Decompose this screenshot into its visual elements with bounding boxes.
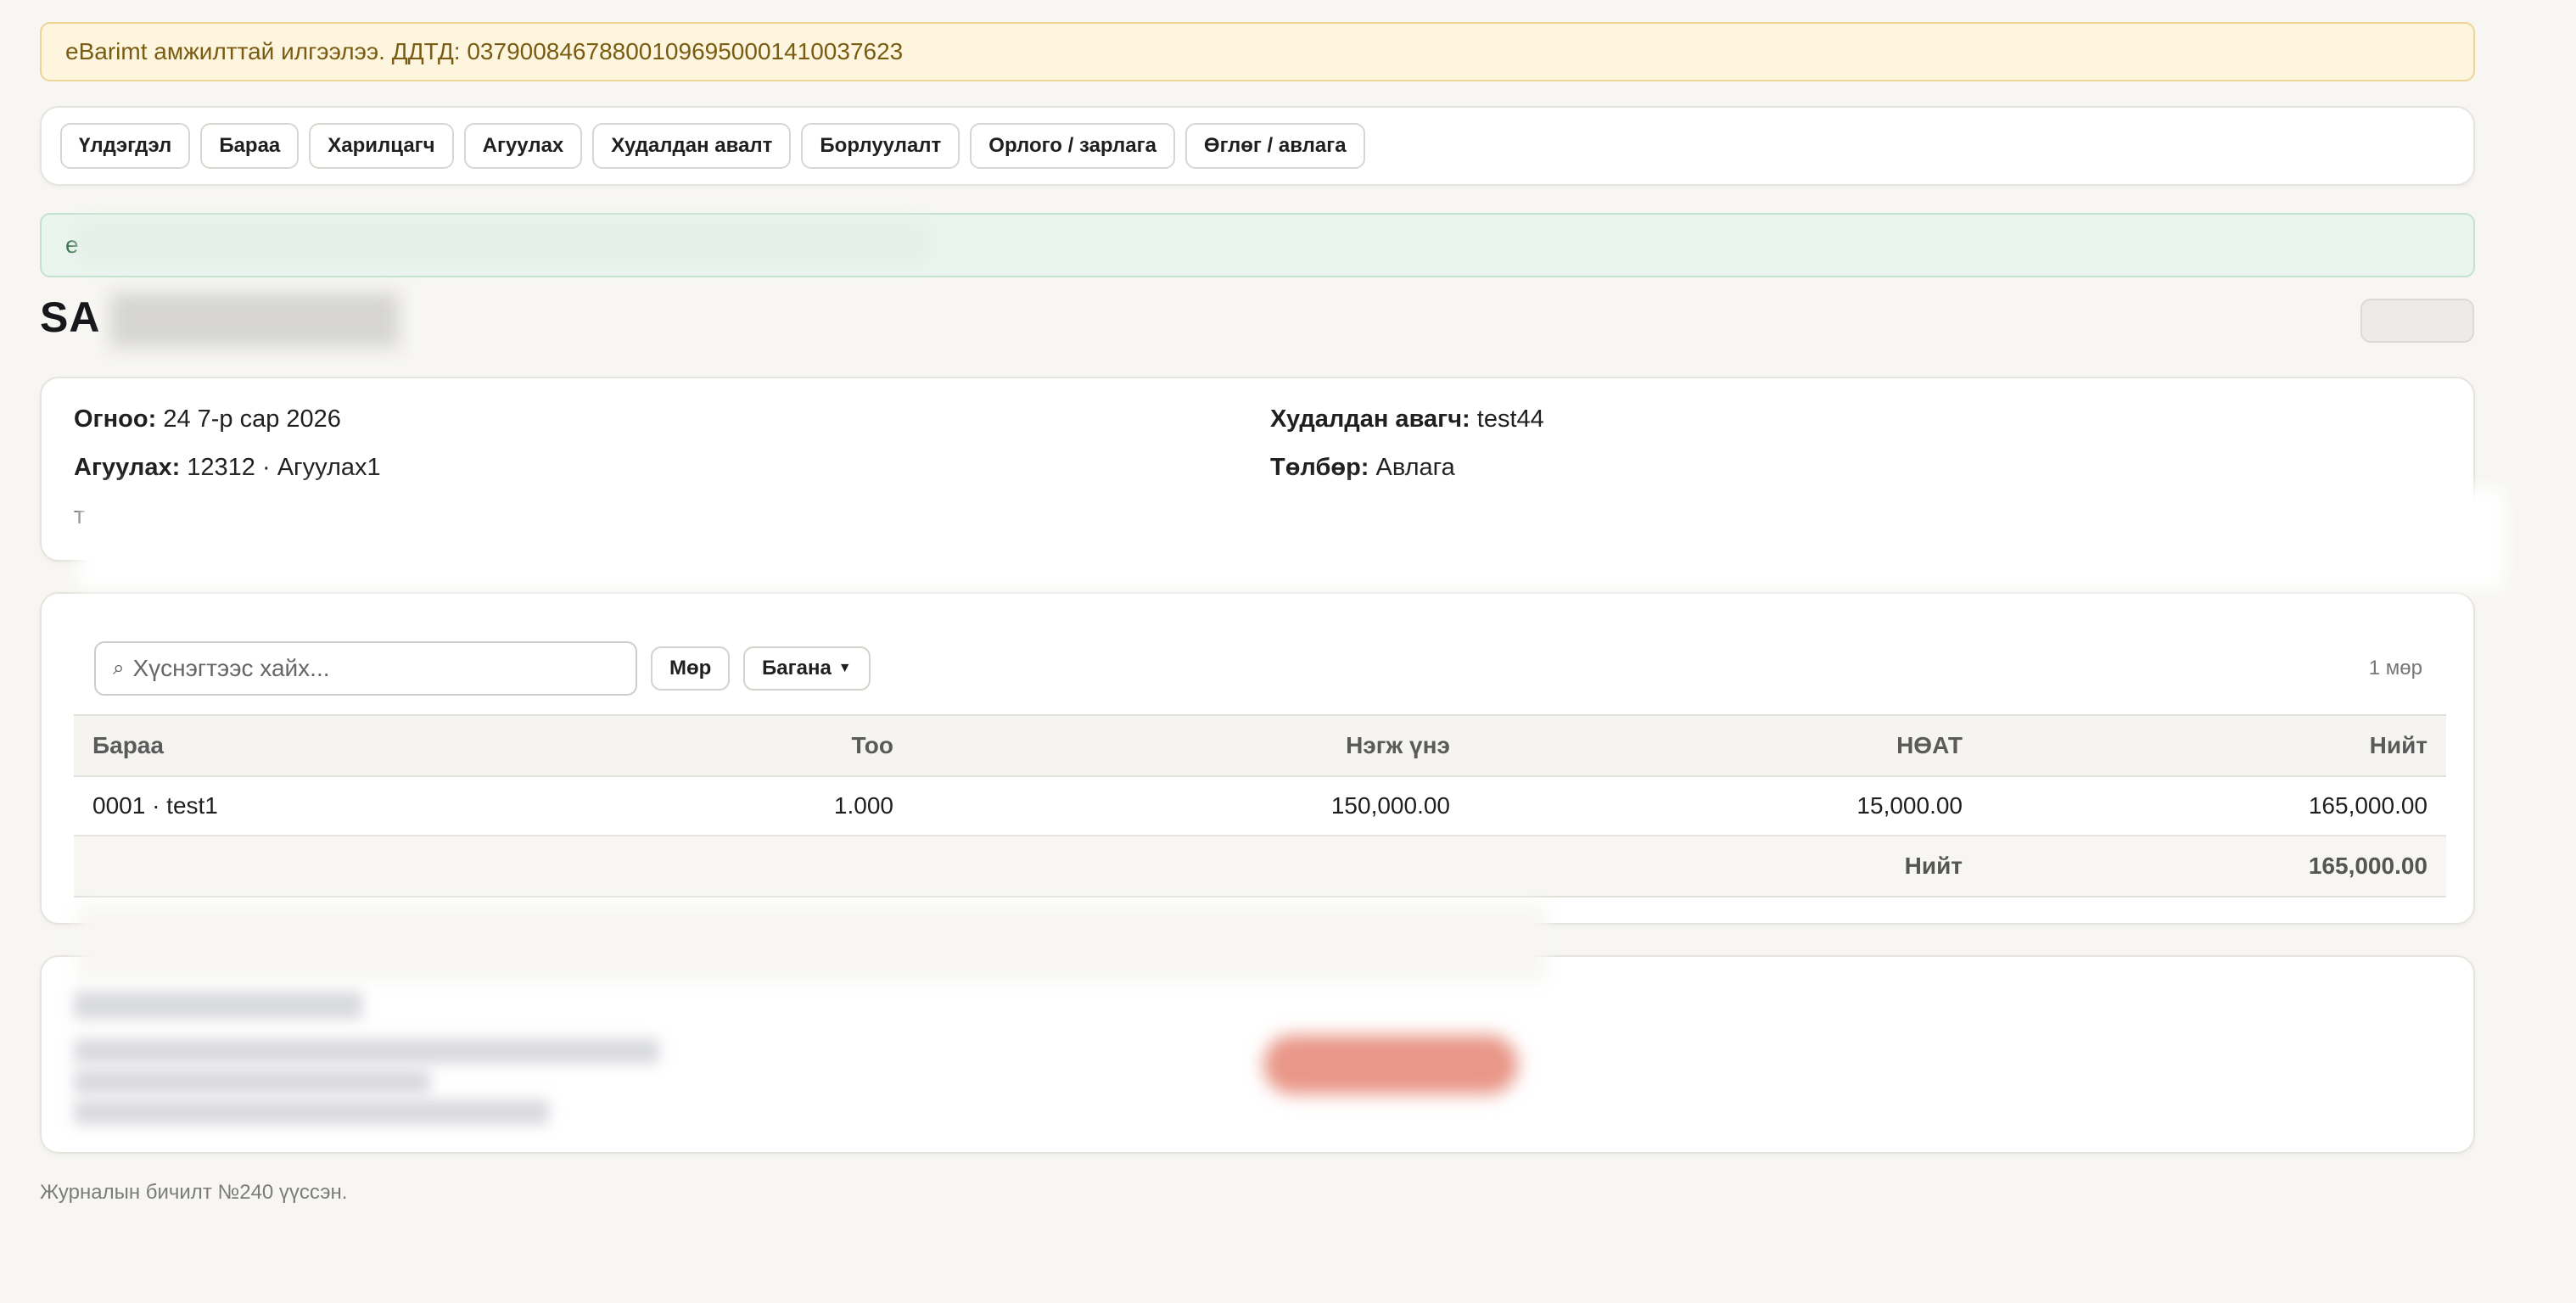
- lines-table: Бараа Тоо Нэгж үнэ НӨАТ Нийт 0001 · test…: [74, 714, 2446, 898]
- blur-overlay-header: [78, 222, 927, 263]
- success-alert-text: e: [65, 232, 79, 258]
- table-header-row: Бараа Тоо Нэгж үнэ НӨАТ Нийт: [74, 714, 2446, 777]
- warehouse-label: Агуулах:: [74, 454, 181, 481]
- payment-field: Төлбөр: Авлага: [1270, 454, 1455, 482]
- table-row: 0001 · test1 1.000 150,000.00 15,000.00 …: [74, 776, 2446, 836]
- table-total-row: Нийт 165,000.00: [74, 836, 2446, 898]
- buyer-field: Худалдан авагч: test44: [1270, 405, 1544, 433]
- date-value: 24 7-р сар 2026: [163, 405, 341, 433]
- total-label: Нийт: [1469, 836, 1981, 898]
- blur-overlay-gap: [78, 904, 1546, 981]
- payment-value: Авлага: [1375, 454, 1455, 481]
- blurred-heading: [74, 991, 362, 1020]
- blurred-action-button[interactable]: [1263, 1035, 1518, 1094]
- journal-entry-footer: Журналын бичилт №240 үүссэн.: [40, 1181, 348, 1204]
- column-button[interactable]: Багана ▼: [743, 646, 871, 691]
- search-placeholder: Хүснэгтээс хайх...: [132, 655, 330, 681]
- cell-vat: 15,000.00: [1469, 776, 1981, 836]
- warehouse-field: Агуулах: 12312 · Агуулах1: [74, 454, 381, 482]
- cell-product: 0001 · test1: [74, 776, 552, 836]
- date-field: Огноо: 24 7-р сар 2026: [74, 405, 341, 433]
- ebarimt-card: [40, 955, 2475, 1154]
- col-header-total[interactable]: Нийт: [1981, 714, 2446, 777]
- warehouse-value: 12312 · Агуулах1: [187, 454, 381, 481]
- nav-item-sales[interactable]: Борлуулалт: [801, 123, 960, 169]
- blurred-line: [74, 1038, 659, 1064]
- date-label: Огноо:: [74, 405, 157, 433]
- col-header-qty[interactable]: Тоо: [552, 714, 912, 777]
- row-count: 1 мөр: [2368, 657, 2422, 679]
- buyer-label: Худалдан авагч:: [1270, 405, 1470, 433]
- page-title: SA: [40, 294, 101, 341]
- nav-item-warehouses[interactable]: Агуулах: [463, 123, 583, 169]
- ebarimt-warning-alert: eBarimt амжилттай илгээлээ. ДДТД: 037900…: [40, 22, 2475, 81]
- nav-item-payables-receivables[interactable]: Өглөг / авлага: [1184, 123, 1365, 169]
- nav-item-inventory[interactable]: Үлдэгдэл: [60, 123, 191, 169]
- table-search-input[interactable]: ⌕ Хүснэгтээс хайх...: [94, 641, 637, 696]
- chevron-down-icon: ▼: [837, 661, 852, 675]
- buyer-value: test44: [1476, 405, 1544, 433]
- blurred-line: [74, 1069, 430, 1094]
- blur-overlay-title: [110, 293, 399, 347]
- blur-overlay-info: [78, 488, 2505, 590]
- cell-qty: 1.000: [552, 776, 912, 836]
- payment-label: Төлбөр:: [1270, 454, 1369, 481]
- col-header-product[interactable]: Бараа: [74, 714, 552, 777]
- cell-total: 165,000.00: [1981, 776, 2446, 836]
- nav-item-purchases[interactable]: Худалдан авалт: [592, 123, 792, 169]
- row-button[interactable]: Мөр: [651, 646, 731, 691]
- total-value: 165,000.00: [1981, 836, 2446, 898]
- search-icon: ⌕: [113, 657, 125, 679]
- blurred-line: [74, 1099, 549, 1125]
- col-header-vat[interactable]: НӨАТ: [1469, 714, 1981, 777]
- column-button-label: Багана: [762, 657, 832, 679]
- nav-item-income-expense[interactable]: Орлого / зарлага: [970, 123, 1175, 169]
- lines-table-card: ⌕ Хүснэгтээс хайх... Мөр Багана ▼ 1 мөр …: [40, 592, 2475, 925]
- warning-alert-text: eBarimt амжилттай илгээлээ. ДДТД: 037900…: [65, 38, 904, 64]
- col-header-unit-price[interactable]: Нэгж үнэ: [912, 714, 1469, 777]
- nav-item-products[interactable]: Бараа: [200, 123, 300, 169]
- nav-item-customers[interactable]: Харилцагч: [309, 123, 454, 169]
- page-action-button[interactable]: [2360, 299, 2474, 343]
- cell-unit-price: 150,000.00: [912, 776, 1469, 836]
- top-nav: Үлдэгдэл Бараа Харилцагч Агуулах Худалда…: [40, 106, 2475, 186]
